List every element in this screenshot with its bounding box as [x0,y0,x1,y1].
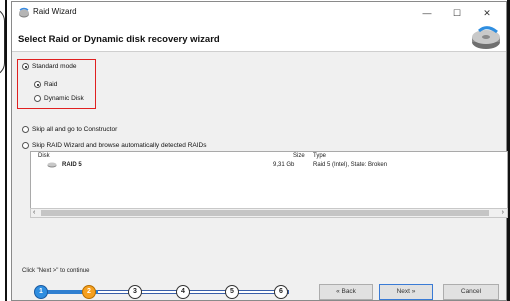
skip-wizard-label: Skip RAID Wizard and browse automaticall… [32,142,207,149]
background-window-border [5,0,7,301]
step-5: 5 [225,285,239,299]
row-type: Raid 5 (Intel), State: Broken [313,162,388,168]
scroll-left-arrow-icon[interactable]: ‹ [33,209,35,217]
row-size: 9,31 Gb [273,162,295,168]
cancel-button[interactable]: Cancel [443,284,499,300]
close-button[interactable]: ✕ [475,5,499,21]
column-header-size[interactable]: Size [293,153,305,159]
skip-to-constructor-label: Skip all and go to Constructor [32,126,118,133]
minimize-button[interactable]: — [415,5,439,21]
next-button[interactable]: Next » [379,284,433,300]
step-6: 6 [274,285,288,299]
standard-mode-radio[interactable] [22,63,29,70]
scrollbar-thumb[interactable] [41,210,489,216]
background-window-edge [0,0,9,301]
horizontal-scrollbar[interactable]: ‹ › [30,208,508,218]
table-row[interactable]: RAID 5 9,31 Gb Raid 5 (Intel), State: Br… [31,160,507,171]
raid-label: Raid [44,81,58,88]
raid-wizard-window: Raid Wizard — ☐ ✕ Select Raid or Dynamic… [11,1,508,301]
scroll-right-arrow-icon[interactable]: › [502,209,504,217]
step-2: 2 [82,285,96,299]
row-disk-name: RAID 5 [62,162,82,168]
skip-to-constructor-radio[interactable] [22,126,29,133]
disk-icon [472,26,500,49]
step-1: 1 [34,285,48,299]
step-3: 3 [128,285,142,299]
column-header-type[interactable]: Type [313,153,326,159]
standard-mode-label: Standard mode [32,63,77,70]
app-icon [19,7,29,18]
dynamic-disk-radio[interactable] [34,95,41,102]
dynamic-disk-label: Dynamic Disk [44,95,84,102]
raid-radio[interactable] [34,81,41,88]
wizard-header: Select Raid or Dynamic disk recovery wiz… [12,24,506,52]
skip-wizard-radio[interactable] [22,142,29,149]
back-button[interactable]: « Back [319,284,373,300]
maximize-button[interactable]: ☐ [445,5,469,21]
window-title: Raid Wizard [33,7,77,16]
title-bar: Raid Wizard — ☐ ✕ [12,2,506,24]
page-title: Select Raid or Dynamic disk recovery wiz… [18,34,220,45]
step-4: 4 [176,285,190,299]
continue-hint: Click "Next >" to continue [22,268,90,274]
column-header-disk[interactable]: Disk [38,153,50,159]
raid-disk-icon [47,162,57,168]
